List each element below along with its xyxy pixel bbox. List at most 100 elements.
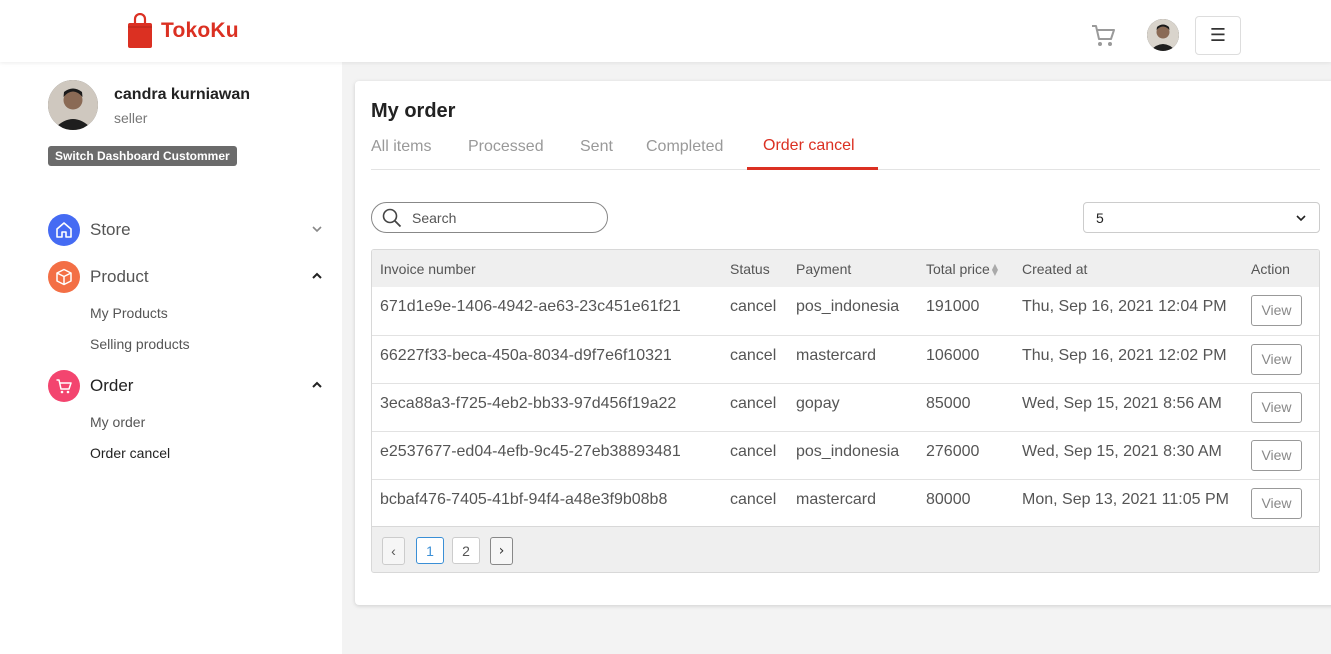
sidebar-item-store[interactable]: Store — [48, 214, 328, 246]
cell-total-price: 80000 — [926, 490, 971, 508]
search-box[interactable] — [371, 202, 608, 233]
brand-logo[interactable]: TokoKu — [127, 13, 239, 49]
column-header-status[interactable]: Status — [722, 250, 788, 287]
sidebar-item-label: Store — [90, 220, 131, 239]
cell-status: cancel — [730, 442, 777, 460]
profile-role: seller — [114, 110, 148, 126]
menu-button[interactable]: ☰ — [1195, 16, 1241, 55]
chevron-down-icon — [1296, 215, 1306, 222]
profile-photo — [48, 80, 98, 130]
sidebar-subitem-my-products[interactable]: My Products — [90, 305, 168, 321]
chevron-up-icon[interactable] — [310, 269, 324, 283]
cell-payment: mastercard — [796, 346, 877, 364]
sidebar: candra kurniawan seller Switch Dashboard… — [0, 62, 342, 654]
cell-invoice: 671d1e9e-1406-4942-ae63-23c451e61f21 — [380, 298, 681, 315]
cell-status: cancel — [730, 346, 777, 364]
order-tabs: All items Processed Sent Completed Order… — [371, 131, 1320, 170]
menu-icon: ☰ — [1209, 25, 1227, 46]
orders-table: Invoice number Status Payment Total pric… — [372, 250, 1319, 527]
cell-action: View — [1243, 431, 1319, 479]
column-header-total-price[interactable]: Total price ▲ ▼ — [918, 250, 1014, 287]
cell-invoice: 66227f33-beca-450a-8034-d9f7e6f10321 — [380, 346, 672, 364]
active-tab-indicator — [747, 167, 878, 170]
view-button[interactable]: View — [1251, 343, 1302, 375]
table-row: e2537677-ed04-4efb-9c45-27eb38893481 can… — [372, 431, 1319, 479]
cell-action: View — [1243, 383, 1319, 431]
tab-order-cancel[interactable]: Order cancel — [763, 137, 855, 155]
order-card: My order All items Processed Sent Comple… — [355, 81, 1331, 605]
cell-created-at: Wed, Sep 15, 2021 8:56 AM — [1022, 394, 1222, 412]
tab-all-items[interactable]: All items — [371, 138, 431, 156]
profile-name: candra kurniawan — [114, 86, 251, 103]
page-size-value: 5 — [1096, 209, 1104, 226]
cell-created-at: Mon, Sep 13, 2021 11:05 PM — [1022, 490, 1229, 508]
pagination-page-1[interactable]: 1 — [416, 537, 444, 564]
pagination: ‹ 1 2 › — [372, 526, 1319, 572]
cell-action: View — [1243, 335, 1319, 383]
column-header-label: Total price — [926, 260, 990, 277]
cell-status: cancel — [730, 490, 777, 508]
pagination-prev-button[interactable]: ‹ — [382, 537, 405, 565]
sidebar-item-label: Order — [90, 376, 134, 395]
view-button[interactable]: View — [1251, 487, 1302, 519]
table-row: 3eca88a3-f725-4eb2-bb33-97d456f19a22 can… — [372, 383, 1319, 431]
cell-created-at: Wed, Sep 15, 2021 8:30 AM — [1022, 442, 1222, 460]
column-header-action: Action — [1251, 260, 1290, 277]
table-row: 671d1e9e-1406-4942-ae63-23c451e61f21 can… — [372, 287, 1319, 335]
switch-dashboard-button[interactable]: Switch Dashboard Custommer — [48, 146, 237, 166]
cell-invoice: e2537677-ed04-4efb-9c45-27eb38893481 — [380, 442, 681, 460]
shopping-bag-icon — [128, 13, 152, 48]
tab-completed[interactable]: Completed — [646, 138, 723, 156]
pagination-page-2[interactable]: 2 — [452, 537, 480, 564]
user-photo — [1147, 19, 1179, 51]
sidebar-item-product[interactable]: Product — [48, 261, 328, 293]
table-header-row: Invoice number Status Payment Total pric… — [372, 250, 1319, 287]
cell-payment: gopay — [796, 394, 840, 412]
search-icon — [382, 208, 402, 227]
top-navbar: TokoKu ☰ — [0, 0, 1331, 62]
page-size-select[interactable]: 5 — [1083, 202, 1320, 233]
cell-total-price: 106000 — [926, 346, 980, 364]
cell-invoice: 3eca88a3-f725-4eb2-bb33-97d456f19a22 — [380, 394, 677, 412]
cell-payment: mastercard — [796, 490, 877, 508]
sidebar-subitem-selling-products[interactable]: Selling products — [90, 336, 190, 352]
user-avatar[interactable] — [1147, 19, 1179, 51]
view-button[interactable]: View — [1251, 295, 1302, 326]
profile-avatar — [48, 80, 98, 130]
chevron-down-icon[interactable] — [310, 222, 324, 236]
cell-payment: pos_indonesia — [796, 442, 900, 460]
sidebar-subitem-order-cancel[interactable]: Order cancel — [90, 445, 170, 461]
search-input[interactable] — [412, 209, 602, 226]
cell-created-at: Thu, Sep 16, 2021 12:02 PM — [1022, 346, 1227, 364]
page-title: My order — [371, 100, 456, 122]
pagination-next-button[interactable]: › — [490, 537, 513, 565]
cart-icon[interactable] — [1090, 22, 1116, 48]
cell-status: cancel — [730, 394, 777, 412]
sort-icon[interactable]: ▲ ▼ — [992, 262, 998, 276]
table-row: bcbaf476-7405-41bf-94f4-a48e3f9b08b8 can… — [372, 479, 1319, 527]
cell-action: View — [1243, 287, 1319, 335]
box-icon — [48, 261, 80, 293]
sidebar-subitem-my-order[interactable]: My order — [90, 414, 145, 430]
table-row: 66227f33-beca-450a-8034-d9f7e6f10321 can… — [372, 335, 1319, 383]
cell-created-at: Thu, Sep 16, 2021 12:04 PM — [1022, 298, 1227, 315]
cell-payment: pos_indonesia — [796, 298, 900, 315]
sidebar-item-order[interactable]: Order — [48, 370, 328, 402]
chevron-up-icon[interactable] — [310, 378, 324, 392]
column-header-invoice[interactable]: Invoice number — [372, 250, 722, 287]
cell-status: cancel — [730, 298, 777, 315]
view-button[interactable]: View — [1251, 439, 1302, 471]
sidebar-item-label: Product — [90, 267, 149, 286]
cart-icon — [48, 370, 80, 402]
cell-total-price: 191000 — [926, 298, 980, 315]
tab-processed[interactable]: Processed — [468, 138, 544, 156]
cell-invoice: bcbaf476-7405-41bf-94f4-a48e3f9b08b8 — [380, 490, 668, 508]
orders-table-container: Invoice number Status Payment Total pric… — [371, 249, 1320, 573]
column-header-created-at[interactable]: Created at — [1014, 250, 1243, 287]
cell-action: View — [1243, 479, 1319, 527]
cell-total-price: 276000 — [926, 442, 980, 460]
tab-sent[interactable]: Sent — [580, 138, 613, 156]
column-header-payment[interactable]: Payment — [788, 250, 918, 287]
brand-name: TokoKu — [161, 19, 239, 42]
view-button[interactable]: View — [1251, 391, 1302, 423]
